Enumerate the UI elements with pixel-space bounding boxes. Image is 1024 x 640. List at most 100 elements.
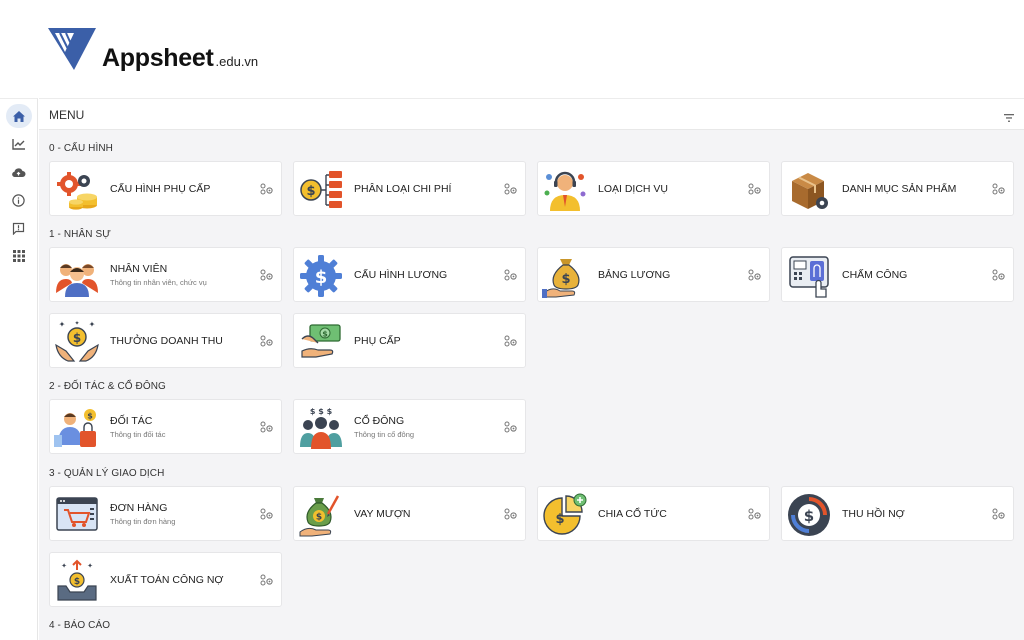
menu-card-label: PHỤ CẤP [354, 335, 401, 347]
menu-card-label: LOẠI DỊCH VỤ [598, 183, 669, 195]
menu-card-don-hang[interactable]: ĐƠN HÀNG Thông tin đơn hàng [49, 486, 282, 541]
filter-button[interactable] [1004, 109, 1014, 127]
row-actions-icon[interactable] [503, 421, 517, 433]
row-actions-icon[interactable] [747, 183, 761, 195]
menu-card-subtitle: Thông tin cổ đông [354, 430, 415, 439]
menu-card-subtitle: Thông tin đơn hàng [110, 517, 176, 526]
sidebar-apps[interactable] [6, 244, 32, 268]
loan-bag-icon: $ [299, 495, 340, 537]
sidebar-sync[interactable] [6, 160, 32, 184]
svg-text:✦: ✦ [59, 320, 66, 329]
menu-card-loai-dich-vu[interactable]: LOẠI DỊCH VỤ [537, 161, 770, 216]
row-actions-icon[interactable] [259, 335, 273, 347]
online-order-icon [56, 497, 98, 531]
row-actions-icon[interactable] [503, 183, 517, 195]
section-title: 0 - CẤU HÌNH [49, 143, 113, 154]
row-actions-icon[interactable] [503, 508, 517, 520]
menu-card-label: BẢNG LƯƠNG [598, 269, 671, 281]
fingerprint-scanner-icon [789, 256, 829, 298]
menu-card-label: THƯỞNG DOANH THU [110, 335, 223, 347]
menu-card-phu-cap[interactable]: $ PHỤ CẤP [293, 313, 526, 368]
svg-text:$: $ [73, 331, 81, 345]
filter-icon [1004, 114, 1014, 122]
bonus-coin-hands-icon: $ ✦ ✦ ✦ [55, 320, 99, 362]
sidebar-home[interactable] [5, 104, 32, 128]
svg-text:$: $ [804, 507, 814, 525]
section-title: 1 - NHÂN SỰ [49, 229, 111, 240]
main-content: MENU 0 - CẤU HÌNH CẤU HÌNH PHỤ CẤP $ PHÂ… [39, 98, 1024, 640]
menu-card-label: CHIA CỔ TỨC [598, 508, 667, 520]
section-title: 2 - ĐỐI TÁC & CỔ ĐÔNG [49, 381, 166, 392]
menu-card-cau-hinh-luong[interactable]: $ CẤU HÌNH LƯƠNG [293, 247, 526, 302]
menu-card-xuat-toan-cong-no[interactable]: $ ✦ ✦ XUẤT TOÁN CÔNG NỢ [49, 552, 282, 607]
brand-name: Appsheet [102, 44, 214, 72]
salary-gear-icon: $ [300, 255, 342, 297]
menu-card-vay-muon[interactable]: $ VAY MƯỢN [293, 486, 526, 541]
svg-text:$: $ [322, 330, 328, 339]
menu-card-label: CẤU HÌNH LƯƠNG [354, 269, 448, 281]
menu-card-label: CẤU HÌNH PHỤ CẤP [110, 183, 211, 195]
row-actions-icon[interactable] [503, 335, 517, 347]
menu-card-co-dong[interactable]: $ $ $ CỔ ĐÔNG Thông tin cổ đông [293, 399, 526, 454]
menu-card-label: XUẤT TOÁN CÔNG NỢ [110, 574, 224, 586]
menu-card-label: VAY MƯỢN [354, 508, 411, 520]
row-actions-icon[interactable] [747, 269, 761, 281]
menu-card-phan-loai-chi-phi[interactable]: $ PHÂN LOẠI CHI PHÍ [293, 161, 526, 216]
svg-text:✦: ✦ [61, 562, 67, 570]
row-actions-icon[interactable] [503, 269, 517, 281]
svg-text:$: $ [316, 513, 322, 523]
menu-card-danh-muc-san-pham[interactable]: DANH MỤC SẢN PHẨM [781, 161, 1014, 216]
menu-card-subtitle: Thông tin nhân viên, chức vụ [110, 278, 207, 287]
menu-card-thuong-doanh-thu[interactable]: $ ✦ ✦ ✦ THƯỞNG DOANH THU [49, 313, 282, 368]
row-actions-icon[interactable] [991, 269, 1005, 281]
menu-card-subtitle: Thông tin đối tác [110, 430, 166, 439]
menu-card-label: ĐƠN HÀNG [110, 502, 168, 514]
apps-grid-icon [12, 250, 25, 262]
product-box-icon [792, 173, 828, 209]
menu-card-label: ĐỐI TÁC [110, 415, 153, 427]
svg-text:$: $ [87, 412, 93, 421]
menu-card-chia-co-tuc[interactable]: $ CHIA CỔ TỨC [537, 486, 770, 541]
cash-hand-icon: $ [301, 324, 341, 358]
brand-suffix: .edu.vn [215, 54, 259, 69]
sidebar-feedback[interactable] [6, 216, 32, 240]
shareholders-icon: $ $ $ [300, 407, 342, 449]
menu-card-bang-luong[interactable]: $ BẢNG LƯƠNG [537, 247, 770, 302]
home-icon [12, 110, 25, 122]
menu-card-label: NHÂN VIÊN [110, 263, 168, 275]
menu-card-doi-tac[interactable]: $ ĐỐI TÁC Thông tin đối tác [49, 399, 282, 454]
svg-text:$ $ $: $ $ $ [310, 407, 333, 416]
row-actions-icon[interactable] [259, 574, 273, 586]
menu-card-label: CỔ ĐÔNG [354, 415, 405, 427]
gears-coins-icon [57, 172, 97, 210]
sidebar [0, 98, 38, 640]
menu-header: MENU [39, 99, 1024, 130]
row-actions-icon[interactable] [259, 421, 273, 433]
dividend-pie-icon: $ [543, 493, 587, 535]
page-title: MENU [49, 108, 85, 122]
app-logo[interactable]: Appsheet .edu.vn [46, 26, 258, 72]
row-actions-icon[interactable] [259, 508, 273, 520]
trend-chart-icon [11, 139, 25, 150]
row-actions-icon[interactable] [259, 269, 273, 281]
menu-card-cau-hinh-phu-cap[interactable]: CẤU HÌNH PHỤ CẤP [49, 161, 282, 216]
svg-text:✦: ✦ [74, 320, 79, 327]
menu-card-thu-hoi-no[interactable]: $ THU HỒI NỢ [781, 486, 1014, 541]
sidebar-about[interactable] [6, 188, 32, 212]
row-actions-icon[interactable] [747, 508, 761, 520]
svg-text:✦: ✦ [87, 562, 93, 570]
employees-icon [56, 264, 98, 297]
menu-card-label: THU HỒI NỢ [842, 508, 905, 520]
row-actions-icon[interactable] [259, 183, 273, 195]
appsheet-logo-icon [48, 28, 96, 70]
menu-card-cham-cong[interactable]: CHẤM CÔNG [781, 247, 1014, 302]
svg-text:$: $ [74, 577, 80, 587]
sidebar-trends[interactable] [6, 132, 32, 156]
row-actions-icon[interactable] [991, 183, 1005, 195]
row-actions-icon[interactable] [991, 508, 1005, 520]
export-debt-icon: $ ✦ ✦ [57, 559, 97, 601]
menu-card-label: DANH MỤC SẢN PHẨM [842, 183, 957, 195]
money-bag-hand-icon: $ [542, 259, 580, 298]
menu-card-nhan-vien[interactable]: NHÂN VIÊN Thông tin nhân viên, chức vụ [49, 247, 282, 302]
section-title: 3 - QUẢN LÝ GIAO DỊCH [49, 468, 165, 479]
